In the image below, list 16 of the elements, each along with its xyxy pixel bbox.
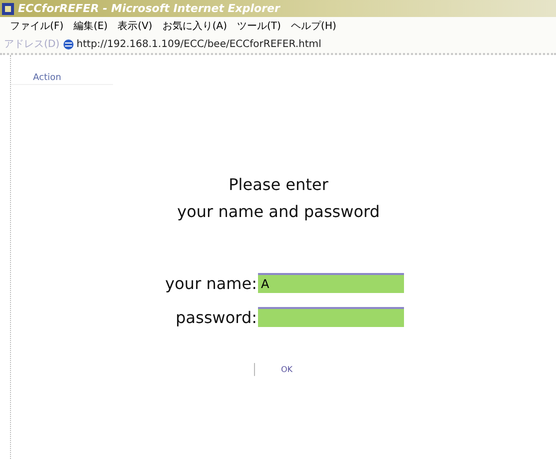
action-tab[interactable]: Action <box>33 73 62 83</box>
menu-item[interactable]: お気に入り(A) <box>162 19 227 33</box>
address-field[interactable]: http://192.168.1.109/ECC/bee/ECCforREFER.html <box>76 38 322 50</box>
name-field[interactable]: A <box>258 273 404 293</box>
menu-item[interactable]: 表示(V) <box>118 19 152 33</box>
window-title: ECCforREFER - Microsoft Internet Explorer <box>18 2 280 15</box>
heading-line: Please enter <box>228 175 328 194</box>
menu-item[interactable]: ヘルプ(H) <box>290 19 336 33</box>
menu-item[interactable]: ツール(T) <box>237 19 281 33</box>
address-label: アドレス(D) <box>4 38 60 51</box>
menu-item[interactable]: 編集(E) <box>74 19 108 33</box>
field-label: your name: <box>164 274 257 292</box>
menu-item[interactable]: ファイル(F) <box>10 19 64 33</box>
password-field[interactable] <box>258 307 404 327</box>
heading-line: your name and password <box>177 202 380 221</box>
field-label: password: <box>174 308 257 326</box>
